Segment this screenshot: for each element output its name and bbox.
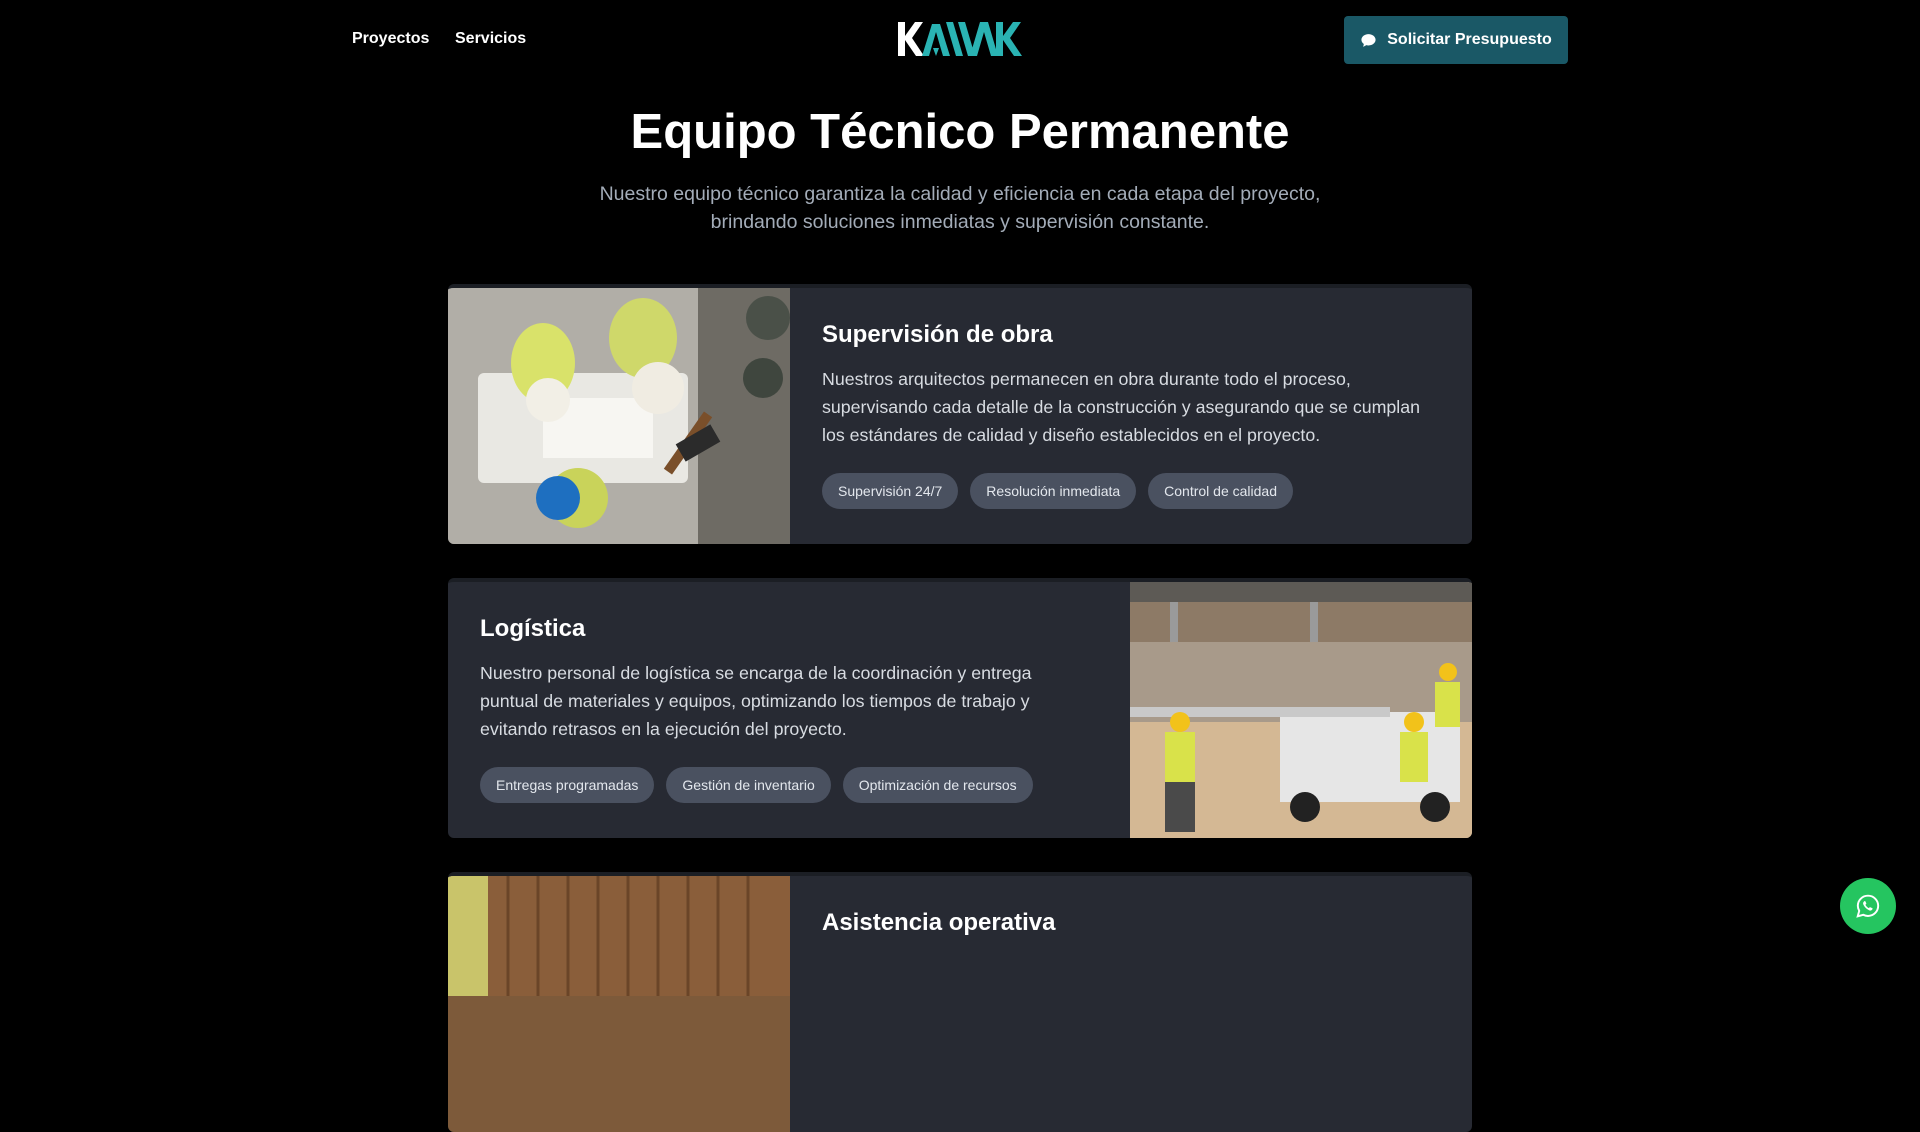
card-title: Logística <box>480 615 586 642</box>
tag-list: Supervisión 24/7 Resolución inmediata Co… <box>822 473 1442 509</box>
service-card-supervision: Supervisión de obra Nuestros arquitectos… <box>448 284 1472 544</box>
card-title: Asistencia operativa <box>822 909 1056 936</box>
service-card-asistencia: Asistencia operativa <box>448 872 1472 1132</box>
asistencia-card-body: Asistencia operativa <box>822 876 1442 937</box>
tag: Gestión de inventario <box>666 767 831 803</box>
section-title: Equipo Técnico Permanente <box>630 105 1290 159</box>
card-description: Nuestros arquitectos permanecen en obra … <box>822 369 1421 445</box>
nav-link-servicios[interactable]: Servicios <box>455 30 526 48</box>
supervision-photo <box>448 288 790 544</box>
kamak-logo[interactable] <box>896 18 1024 60</box>
card-title: Supervisión de obra <box>822 321 1053 348</box>
tag: Entregas programadas <box>480 767 655 803</box>
asistencia-photo <box>448 876 790 1132</box>
tag: Optimización de recursos <box>842 767 1033 803</box>
nav-link-proyectos[interactable]: Proyectos <box>352 30 429 48</box>
supervision-card-body: Supervisión de obra Nuestros arquitectos… <box>822 288 1442 509</box>
section-subtitle: Nuestro equipo técnico garantiza la cali… <box>599 183 1321 233</box>
top-navigation: Proyectos Servicios Solicitar Presupuest… <box>0 0 1920 80</box>
whatsapp-icon <box>1856 894 1880 918</box>
tag: Control de calidad <box>1148 473 1294 509</box>
logistica-card-body: Logística Nuestro personal de logística … <box>480 582 1080 803</box>
kamak-logo-mark <box>898 22 1022 56</box>
tag: Supervisión 24/7 <box>822 473 959 509</box>
request-quote-label: Solicitar Presupuesto <box>1387 31 1552 48</box>
card-description: Nuestro personal de logística se encarga… <box>480 663 1032 739</box>
request-quote-button[interactable]: Solicitar Presupuesto <box>1344 16 1568 64</box>
tag: Resolución inmediata <box>970 473 1137 509</box>
logistica-photo <box>1130 582 1472 838</box>
whatsapp-button[interactable] <box>1840 878 1896 934</box>
service-card-logistica: Logística Nuestro personal de logística … <box>448 578 1472 838</box>
tag-list: Entregas programadas Gestión de inventar… <box>480 767 1080 803</box>
chat-bubble-icon <box>1361 33 1376 47</box>
